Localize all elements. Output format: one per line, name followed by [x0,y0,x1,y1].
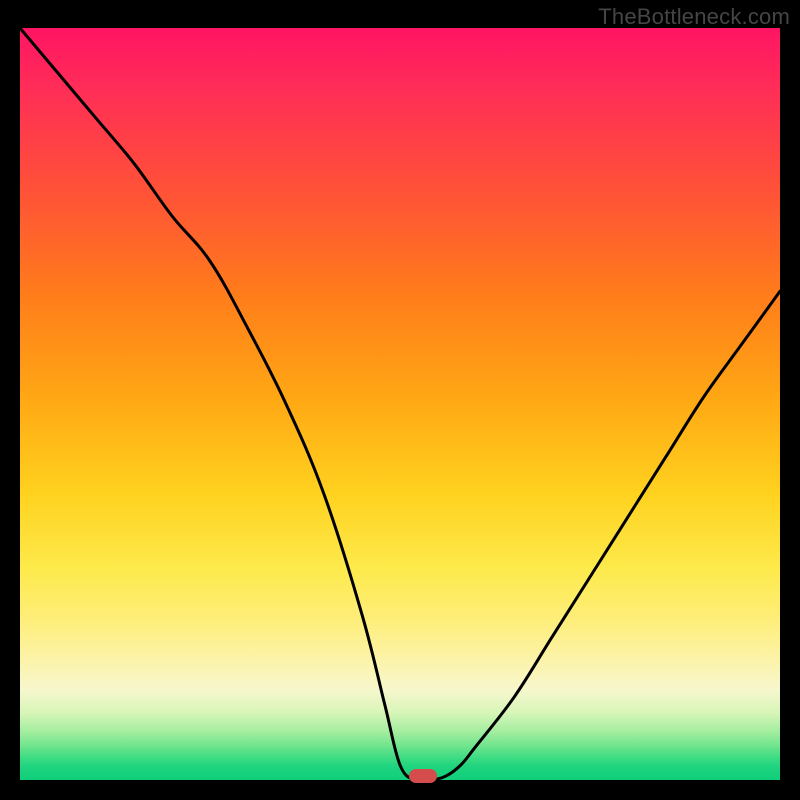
plot-area [20,28,780,780]
source-watermark: TheBottleneck.com [598,4,790,30]
optimal-point-marker [409,769,437,783]
page-root: TheBottleneck.com [0,0,800,800]
bottleneck-curve [20,28,780,780]
